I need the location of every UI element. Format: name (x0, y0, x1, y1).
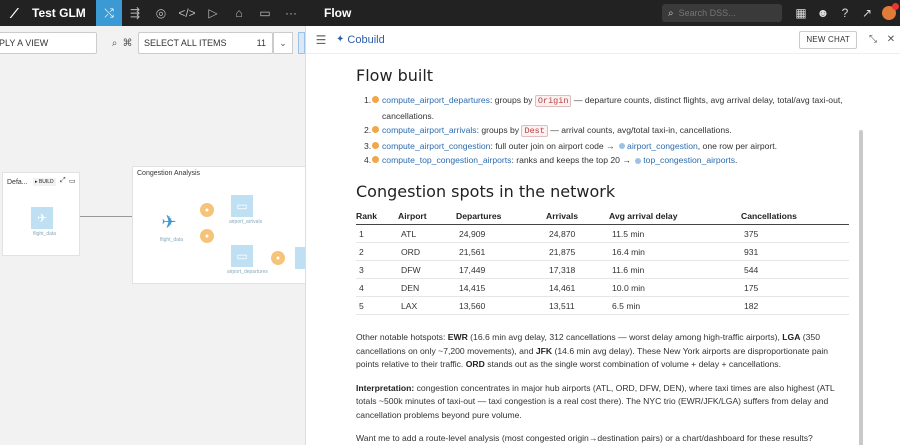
dss-logo-icon[interactable]: ⁄ (0, 0, 28, 26)
select-all-items-button[interactable]: SELECT ALL ITEMS 11 (138, 32, 273, 54)
folder-dataset-icon[interactable]: ▭ (231, 195, 253, 217)
dataset-label: flight_data (33, 231, 57, 237)
panel-header: ☰ ✦ Cobuild NEW CHAT ⤡ ✕ (306, 26, 900, 54)
assistant-icon[interactable]: ☻ (812, 0, 834, 26)
user-avatar[interactable] (878, 0, 900, 26)
list-item: 4. compute_top_congestion_airports: rank… (364, 155, 738, 165)
cobuild-panel: ☰ ✦ Cobuild NEW CHAT ⤡ ✕ Flow built 1. c… (305, 26, 900, 445)
deploy-nav-icon[interactable]: ⌂ (226, 0, 252, 26)
dataset-label: flight_data (160, 237, 184, 243)
column-code: Origin (534, 95, 572, 107)
group-recipe-icon[interactable]: ● (200, 229, 214, 243)
list-item: 3. compute_airport_congestion: full oute… (364, 140, 778, 151)
flow-action-button[interactable] (298, 32, 305, 54)
table-row: 1 ATL 24,909 24,870 11.5 min 375 (356, 224, 849, 243)
search-input[interactable] (678, 8, 769, 18)
flow-nav-icon[interactable]: ⤭ (96, 0, 122, 26)
panel-title: Cobuild (347, 33, 385, 46)
dataset-label: airport_arrivals (229, 219, 263, 225)
column-header: Rank (356, 208, 398, 225)
dataset-link[interactable]: top_congestion_airports (643, 155, 735, 165)
default-zone[interactable]: Defa... ▸ BUILD ⤢ ▭ ✈ flight_data (2, 172, 80, 256)
column-header: Departures (456, 208, 546, 225)
search-icon: ⌕ (668, 7, 674, 19)
window-icon[interactable]: ▭ (69, 177, 76, 185)
select-all-label: SELECT ALL ITEMS (144, 38, 227, 48)
page-title: Flow (324, 6, 352, 20)
top-navigation-bar: ⁄ Test GLM ⤭ ⇶ ◎ </> ▷ ⌂ ▭ ··· Flow ⌕ ▦ … (0, 0, 900, 26)
column-header: Cancellations (741, 208, 849, 225)
folder-dataset-icon[interactable]: ▭ (231, 245, 253, 267)
table-row: 2 ORD 21,561 21,875 16.4 min 931 (356, 242, 849, 261)
dashboard-nav-icon[interactable]: ▭ (252, 0, 278, 26)
recipe-icon (372, 126, 379, 133)
global-search[interactable]: ⌕ (662, 4, 782, 22)
table-header-row: Rank Airport Departures Arrivals Avg arr… (356, 208, 849, 225)
airplane-dataset-icon[interactable]: ✈ (31, 207, 53, 229)
avatar (882, 3, 899, 20)
list-item: 2. compute_airport_arrivals: groups by D… (364, 125, 732, 137)
project-name[interactable]: Test GLM (32, 6, 86, 20)
notification-badge (892, 3, 899, 10)
column-header: Avg arrival delay (609, 208, 741, 225)
menu-icon[interactable]: ☰ (310, 33, 332, 47)
scrollbar[interactable] (859, 130, 863, 445)
chevron-down-icon[interactable]: ⌄ (273, 32, 293, 54)
item-count: 11 (256, 38, 266, 48)
apps-grid-icon[interactable]: ▦ (790, 0, 812, 26)
apply-view-dropdown[interactable]: PLY A VIEW (0, 32, 97, 54)
recipe-icon (372, 156, 379, 163)
heading-flow-built: Flow built (356, 66, 434, 85)
congestion-table: Rank Airport Departures Arrivals Avg arr… (356, 208, 849, 315)
sparkle-icon: ✦ (336, 34, 345, 45)
join-recipe-icon[interactable]: ● (271, 251, 285, 265)
followup-question: Want me to add a route-level analysis (m… (356, 433, 813, 443)
lab-nav-icon[interactable]: ◎ (148, 0, 174, 26)
interpretation-paragraph: Interpretation: congestion concentrates … (356, 382, 835, 420)
recipe-link[interactable]: compute_airport_congestion (382, 141, 490, 151)
hotspots-paragraph: Other notable hotspots: EWR (16.6 min av… (356, 332, 829, 369)
table-row: 3 DFW 17,449 17,318 11.6 min 544 (356, 260, 849, 279)
recipe-link[interactable]: compute_top_congestion_airports (382, 155, 511, 165)
more-nav-icon[interactable]: ··· (278, 0, 304, 26)
steps-list: 1. compute_airport_departures: groups by… (356, 93, 851, 168)
heading-congestion-spots: Congestion spots in the network (356, 181, 616, 201)
table-row: 5 LAX 13,560 13,511 6.5 min 182 (356, 296, 849, 315)
cobuild-title: ✦ Cobuild (336, 34, 385, 46)
recipe-icon (372, 141, 379, 149)
congestion-analysis-zone[interactable]: Congestion Analysis ✈ flight_data ● ● ▭ … (132, 166, 305, 284)
list-item: 1. compute_airport_departures: groups by… (364, 95, 843, 121)
expand-icon[interactable]: ⤢ (60, 177, 66, 185)
recipes-nav-icon[interactable]: ⇶ (122, 0, 148, 26)
chat-message: Flow built 1. compute_airport_departures… (356, 66, 851, 445)
table-row: 4 DEN 14,415 14,461 10.0 min 175 (356, 278, 849, 297)
dataset-link[interactable]: airport_congestion (627, 141, 698, 151)
group-recipe-icon[interactable]: ● (200, 203, 214, 217)
build-button[interactable]: ▸ BUILD (33, 178, 56, 186)
zone-link (80, 216, 132, 217)
column-header: Airport (398, 208, 456, 225)
flow-canvas[interactable]: PLY A VIEW ⌕ ⌘ SELECT ALL ITEMS 11 ⌄ Def… (0, 26, 305, 445)
column-header: Arrivals (546, 208, 609, 225)
dataset-icon (619, 143, 626, 150)
help-icon[interactable]: ? (834, 0, 856, 26)
code-nav-icon[interactable]: </> (174, 0, 200, 26)
dataset-icon (635, 157, 642, 164)
jobs-nav-icon[interactable]: ▷ (200, 0, 226, 26)
new-chat-button[interactable]: NEW CHAT (799, 30, 857, 49)
column-code: Dest (521, 125, 548, 137)
recipe-link[interactable]: compute_airport_departures (382, 95, 490, 105)
close-icon[interactable]: ✕ (883, 34, 899, 45)
trending-icon[interactable]: ↗ (856, 0, 878, 26)
dataset-icon[interactable] (295, 247, 305, 269)
command-icon[interactable]: ⌘ (119, 32, 136, 54)
dataset-label: airport_departures (227, 269, 268, 275)
airplane-dataset-icon[interactable]: ✈ (158, 211, 180, 233)
collapse-icon[interactable]: ⤡ (865, 34, 881, 45)
zone-title: Congestion Analysis (137, 170, 201, 177)
recipe-icon (372, 96, 379, 103)
recipe-link[interactable]: compute_airport_arrivals (382, 125, 477, 135)
zone-title: Defa... (7, 179, 28, 186)
